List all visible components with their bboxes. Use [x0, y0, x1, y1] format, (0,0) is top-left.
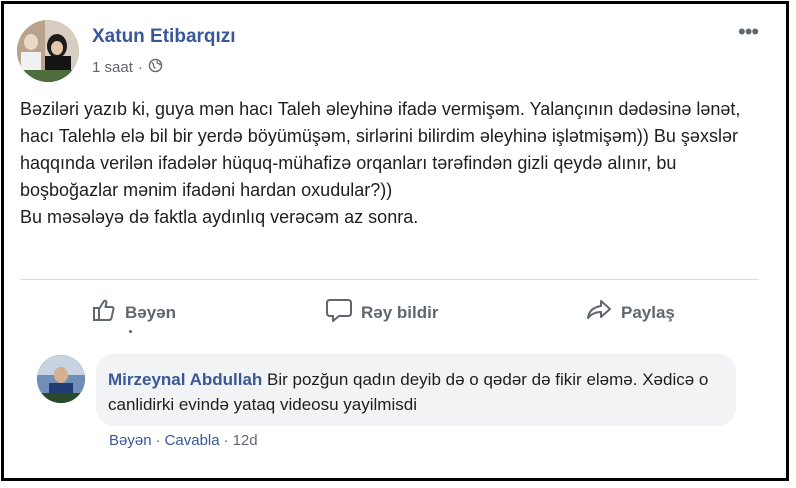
comment-time[interactable]: 12d [233, 432, 258, 449]
comment-label: Rəy bildir [361, 302, 439, 322]
comment-icon [325, 297, 353, 328]
divider-dot [129, 330, 132, 333]
comment-actions: Bəyən · Cavabla · 12d [109, 432, 258, 449]
meta-separator: · [137, 59, 143, 76]
comment-bubble: Mirzeynal Abdullah Bir pozğun qadın deyi… [96, 354, 736, 426]
post-time[interactable]: 1 saat [92, 59, 133, 76]
comment-button[interactable]: Rəy bildir [325, 297, 438, 328]
like-label: Bəyən [125, 302, 177, 322]
like-button[interactable]: Bəyən [91, 297, 176, 328]
post-paragraph: Bu məsələyə də faktla aydınlıq verəcəm a… [20, 207, 419, 227]
post-paragraph: Bəziləri yazıb ki, guya mən hacı Taleh ə… [20, 99, 741, 200]
share-label: Paylaş [621, 302, 675, 322]
commenter-avatar[interactable] [37, 355, 85, 403]
share-button[interactable]: Paylaş [585, 297, 675, 328]
post-card: Xatun Etibarqızı 1 saat · ••• Bəziləri y… [1, 1, 789, 481]
share-icon [585, 297, 613, 328]
post-text: Bəziləri yazıb ki, guya mən hacı Taleh ə… [20, 96, 760, 231]
commenter-name[interactable]: Mirzeynal Abdullah [108, 370, 262, 389]
divider [20, 279, 759, 280]
author-avatar[interactable] [17, 20, 79, 82]
separator: · [155, 432, 161, 449]
globe-icon [148, 58, 163, 77]
more-options-icon[interactable]: ••• [738, 21, 759, 43]
author-name[interactable]: Xatun Etibarqızı [92, 26, 236, 48]
comment-reply-link[interactable]: Cavabla [165, 432, 220, 449]
separator: · [223, 432, 229, 449]
like-icon [91, 297, 117, 328]
comment-like-link[interactable]: Bəyən [109, 432, 152, 449]
post-meta: 1 saat · [92, 58, 163, 77]
